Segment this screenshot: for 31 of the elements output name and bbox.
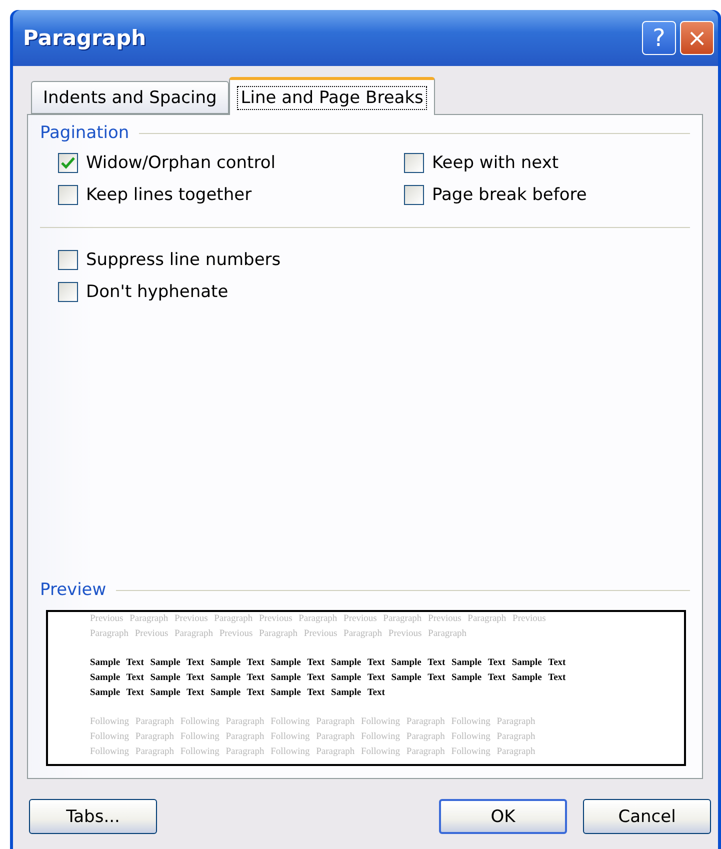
dialog-button[interactable]: OK: [439, 799, 567, 834]
checkbox-label[interactable]: Keep lines together: [86, 185, 252, 205]
preview-text: Sample Text Sample Text Sample Text Sample Text Sample Text: [90, 687, 386, 700]
preview-text: Sample Text Sample Text Sample Text Sample Text Sample Text Sample Text Sample Text Sample Text: [90, 657, 567, 670]
checkbox[interactable]: [58, 250, 78, 270]
dialog-button[interactable]: Tabs...: [29, 799, 157, 834]
preview-text: Sample Text Sample Text Sample Text Sample Text Sample Text Sample Text Sample Text Sample Text: [90, 672, 567, 685]
group-title: Pagination: [40, 123, 130, 143]
checkbox-label[interactable]: Keep with next: [432, 153, 559, 173]
close-button[interactable]: ×: [680, 21, 714, 55]
window-title: Paragraph: [23, 26, 148, 50]
checkbox-label[interactable]: Page break before: [432, 185, 587, 205]
preview-text: Following Paragraph Following Paragraph Following Paragraph Following Paragraph Following Paragraph: [90, 731, 536, 744]
preview-text: Following Paragraph Following Paragraph Following Paragraph Following Paragraph Following Paragraph: [90, 746, 536, 759]
checkmark-icon: [61, 157, 75, 169]
checkbox[interactable]: [404, 153, 424, 173]
preview-text: Previous Paragraph Previous Paragraph Previous Paragraph Previous Paragraph Previous Paragraph Previous: [90, 613, 547, 626]
tab[interactable]: Line and Page Breaks: [228, 77, 436, 115]
checkbox-label[interactable]: Widow/Orphan control: [86, 153, 276, 173]
checkbox[interactable]: [404, 185, 424, 205]
group-title: Preview: [40, 580, 106, 600]
checkbox-label[interactable]: Don't hyphenate: [86, 282, 228, 302]
checkbox[interactable]: [58, 185, 78, 205]
checkbox[interactable]: [58, 282, 78, 302]
tab[interactable]: Indents and Spacing: [31, 81, 229, 114]
preview-text: Paragraph Previous Paragraph Previous Paragraph Previous Paragraph Previous Paragraph: [90, 628, 468, 641]
checkbox[interactable]: [58, 153, 78, 173]
dialog-button[interactable]: Cancel: [583, 799, 711, 834]
checkbox-label[interactable]: Suppress line numbers: [86, 250, 281, 270]
help-button[interactable]: ?: [642, 21, 676, 55]
preview-text: Following Paragraph Following Paragraph Following Paragraph Following Paragraph Following Paragraph: [90, 716, 536, 729]
